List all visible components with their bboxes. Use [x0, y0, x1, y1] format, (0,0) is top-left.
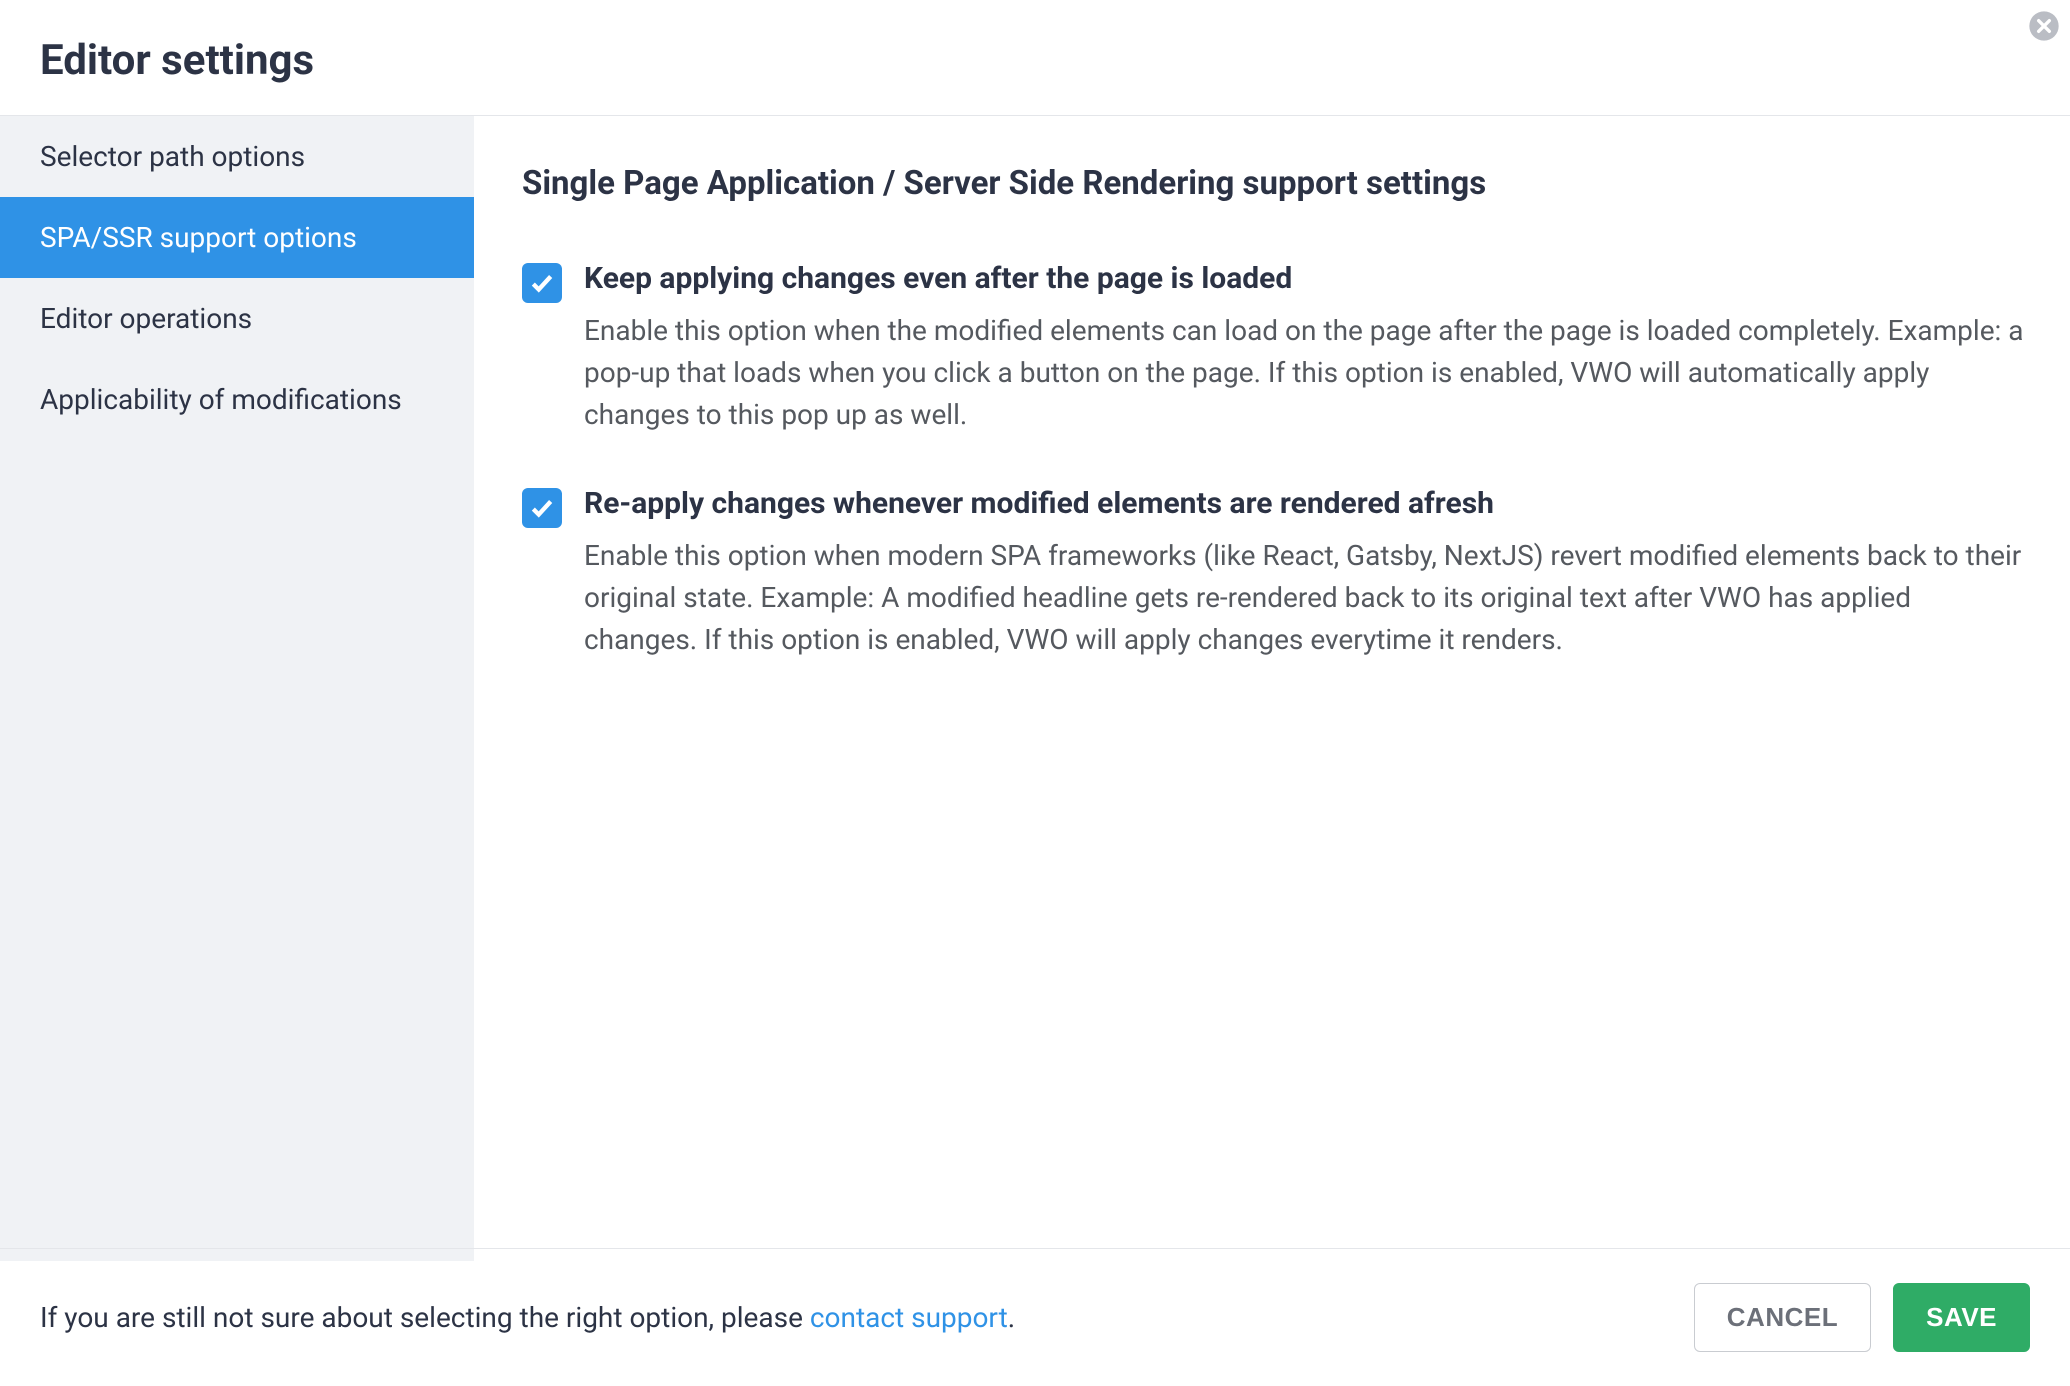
sidebar-item-editor-operations[interactable]: Editor operations: [0, 278, 474, 359]
save-button[interactable]: SAVE: [1893, 1283, 2030, 1352]
footer-help-text: If you are still not sure about selectin…: [40, 1301, 1015, 1334]
content-wrapper: Selector path options SPA/SSR support op…: [0, 116, 2070, 1261]
footer-help-suffix: .: [1008, 1301, 1015, 1334]
setting-description: Enable this option when modern SPA frame…: [584, 535, 2030, 661]
page-title: Editor settings: [40, 36, 2030, 85]
check-icon: [529, 495, 555, 521]
checkbox-reapply-changes[interactable]: [522, 488, 562, 528]
cancel-button[interactable]: CANCEL: [1694, 1283, 1871, 1352]
footer-help-prefix: If you are still not sure about selectin…: [40, 1301, 810, 1334]
checkbox-keep-applying[interactable]: [522, 263, 562, 303]
contact-support-link[interactable]: contact support: [810, 1301, 1008, 1334]
setting-keep-applying: Keep applying changes even after the pag…: [522, 261, 2030, 436]
sidebar-item-selector-path[interactable]: Selector path options: [0, 116, 474, 197]
sidebar-item-applicability[interactable]: Applicability of modifications: [0, 359, 474, 440]
check-icon: [529, 270, 555, 296]
modal-header: Editor settings: [0, 0, 2070, 115]
close-button[interactable]: [2028, 10, 2060, 42]
main-panel: Single Page Application / Server Side Re…: [474, 116, 2070, 1261]
setting-description: Enable this option when the modified ele…: [584, 310, 2030, 436]
setting-content: Re-apply changes whenever modified eleme…: [584, 486, 2030, 661]
setting-reapply-changes: Re-apply changes whenever modified eleme…: [522, 486, 2030, 661]
settings-sidebar: Selector path options SPA/SSR support op…: [0, 116, 474, 1261]
setting-content: Keep applying changes even after the pag…: [584, 261, 2030, 436]
setting-label: Keep applying changes even after the pag…: [584, 261, 2030, 296]
modal-footer: If you are still not sure about selectin…: [0, 1248, 2070, 1386]
footer-buttons: CANCEL SAVE: [1694, 1283, 2030, 1352]
setting-label: Re-apply changes whenever modified eleme…: [584, 486, 2030, 521]
close-icon: [2028, 10, 2060, 42]
section-title: Single Page Application / Server Side Re…: [522, 164, 2030, 203]
sidebar-item-spa-ssr[interactable]: SPA/SSR support options: [0, 197, 474, 278]
